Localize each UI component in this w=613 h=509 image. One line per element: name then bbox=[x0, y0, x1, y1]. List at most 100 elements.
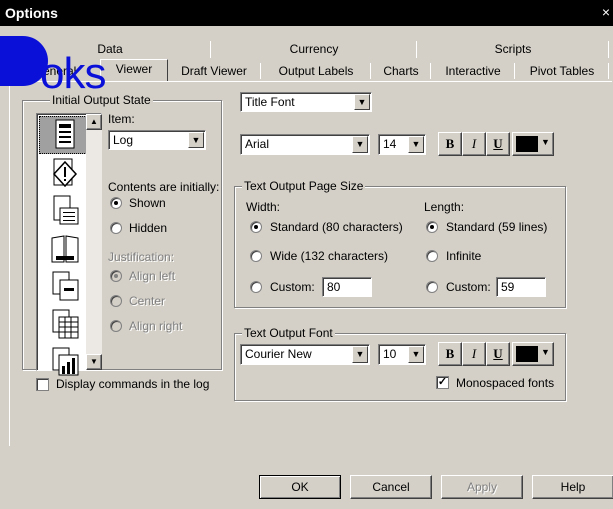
align-right-label[interactable]: Align right bbox=[129, 319, 182, 333]
text-font-name-value: Courier New bbox=[245, 347, 312, 361]
width-custom-radio[interactable] bbox=[250, 281, 262, 293]
cancel-button[interactable]: Cancel bbox=[350, 475, 432, 499]
length-custom-label[interactable]: Custom: bbox=[446, 280, 491, 294]
tab-viewer[interactable]: Viewer bbox=[100, 59, 168, 82]
length-infinite-label[interactable]: Infinite bbox=[446, 249, 481, 263]
length-label: Length: bbox=[424, 200, 465, 214]
ok-button[interactable]: OK bbox=[259, 475, 341, 499]
justification-label: Justification: bbox=[108, 250, 175, 264]
item-label: Item: bbox=[108, 112, 135, 126]
width-custom-value: 80 bbox=[327, 280, 341, 294]
warning-item-icon[interactable] bbox=[39, 154, 91, 192]
text-font-size-value: 10 bbox=[383, 347, 397, 361]
title-bold-button[interactable]: B bbox=[438, 132, 462, 156]
width-wide-label[interactable]: Wide (132 characters) bbox=[270, 249, 388, 263]
title-bar[interactable]: Options × bbox=[0, 0, 613, 26]
hidden-label[interactable]: Hidden bbox=[129, 221, 167, 235]
length-custom-value: 59 bbox=[501, 280, 515, 294]
apply-button[interactable]: Apply bbox=[441, 475, 523, 499]
title-font-size-combo[interactable]: 14 ▼ bbox=[378, 134, 426, 155]
width-standard-radio[interactable] bbox=[250, 221, 262, 233]
display-commands-checkbox[interactable] bbox=[36, 378, 49, 391]
tab-divider bbox=[210, 41, 211, 58]
title-underline-button[interactable]: U bbox=[486, 132, 510, 156]
title-italic-button[interactable]: I bbox=[462, 132, 486, 156]
length-custom-radio[interactable] bbox=[426, 281, 438, 293]
text-font-name-combo[interactable]: Courier New ▼ bbox=[240, 344, 370, 365]
chevron-down-icon[interactable]: ▼ bbox=[408, 136, 424, 153]
align-left-radio[interactable] bbox=[110, 270, 122, 282]
font-target-value: Title Font bbox=[245, 95, 295, 109]
length-standard-radio[interactable] bbox=[426, 221, 438, 233]
width-wide-radio[interactable] bbox=[250, 250, 262, 262]
shown-radio[interactable] bbox=[110, 197, 122, 209]
notes-item-icon[interactable] bbox=[39, 192, 91, 230]
tab-interactive[interactable]: Interactive bbox=[432, 62, 514, 80]
tab-currency[interactable]: Currency bbox=[212, 40, 416, 58]
chevron-down-icon[interactable]: ▼ bbox=[354, 94, 370, 110]
title-font-name-combo[interactable]: Arial ▼ bbox=[240, 134, 370, 155]
center-radio[interactable] bbox=[110, 295, 122, 307]
scroll-down-button[interactable]: ▼ bbox=[86, 354, 102, 370]
watermark-text: oks bbox=[40, 49, 106, 98]
text-italic-button[interactable]: I bbox=[462, 342, 486, 366]
monospaced-checkbox[interactable]: ✓ bbox=[436, 376, 449, 389]
chart-item-icon[interactable] bbox=[39, 342, 91, 380]
log-item-icon[interactable] bbox=[39, 116, 91, 154]
tab-divider bbox=[608, 63, 609, 79]
tab-divider bbox=[416, 41, 417, 58]
tab-divider bbox=[608, 41, 609, 58]
contents-label: Contents are initially: bbox=[108, 180, 220, 194]
scroll-up-button[interactable]: ▲ bbox=[86, 114, 102, 130]
pivot-table-item-icon[interactable] bbox=[39, 306, 91, 344]
options-dialog: Options × Data Currency Scripts General … bbox=[0, 0, 613, 509]
width-custom-label[interactable]: Custom: bbox=[270, 280, 315, 294]
page-title-item-icon[interactable] bbox=[39, 268, 91, 306]
title-font-size-value: 14 bbox=[383, 137, 397, 151]
title-font-name-value: Arial bbox=[245, 137, 270, 151]
tab-pivot-tables[interactable]: Pivot Tables bbox=[516, 62, 608, 80]
center-label[interactable]: Center bbox=[129, 294, 165, 308]
item-combo[interactable]: Log ▼ bbox=[108, 130, 206, 150]
item-combo-value: Log bbox=[113, 133, 134, 147]
window-title: Options bbox=[5, 5, 58, 21]
chevron-down-icon[interactable]: ▼ bbox=[188, 132, 204, 148]
title-item-icon[interactable] bbox=[39, 230, 91, 268]
align-left-label[interactable]: Align left bbox=[129, 269, 175, 283]
tab-charts[interactable]: Charts bbox=[372, 62, 430, 80]
tab-divider bbox=[370, 63, 371, 79]
chevron-down-icon: ▼ bbox=[541, 347, 550, 357]
chevron-down-icon[interactable]: ▼ bbox=[408, 346, 424, 363]
tab-draft-viewer[interactable]: Draft Viewer bbox=[168, 62, 260, 80]
length-custom-input[interactable]: 59 bbox=[496, 277, 546, 297]
text-color-button[interactable]: ▼ bbox=[512, 342, 554, 366]
text-underline-button[interactable]: U bbox=[486, 342, 510, 366]
close-icon[interactable]: × bbox=[598, 4, 613, 20]
align-right-radio[interactable] bbox=[110, 320, 122, 332]
monospaced-label[interactable]: Monospaced fonts bbox=[456, 376, 554, 390]
hidden-radio[interactable] bbox=[110, 222, 122, 234]
tab-divider bbox=[430, 63, 431, 79]
chevron-down-icon[interactable]: ▼ bbox=[352, 346, 368, 363]
tab-output-labels[interactable]: Output Labels bbox=[262, 62, 370, 80]
width-standard-label[interactable]: Standard (80 characters) bbox=[270, 220, 403, 234]
tab-divider bbox=[260, 63, 261, 79]
width-custom-input[interactable]: 80 bbox=[322, 277, 372, 297]
text-color-swatch bbox=[516, 346, 538, 362]
chevron-down-icon: ▼ bbox=[541, 137, 550, 147]
chevron-down-icon[interactable]: ▼ bbox=[352, 136, 368, 153]
length-infinite-radio[interactable] bbox=[426, 250, 438, 262]
text-bold-button[interactable]: B bbox=[438, 342, 462, 366]
font-target-combo[interactable]: Title Font ▼ bbox=[240, 92, 372, 112]
length-standard-label[interactable]: Standard (59 lines) bbox=[446, 220, 547, 234]
item-list-scrollbar[interactable]: ▲ ▼ bbox=[86, 114, 102, 370]
shown-label[interactable]: Shown bbox=[129, 196, 166, 210]
width-label: Width: bbox=[246, 200, 281, 214]
help-button[interactable]: Help bbox=[532, 475, 613, 499]
display-commands-label[interactable]: Display commands in the log bbox=[56, 377, 209, 391]
title-color-button[interactable]: ▼ bbox=[512, 132, 554, 156]
tab-scripts[interactable]: Scripts bbox=[418, 40, 608, 58]
page-size-label: Text Output Page Size bbox=[242, 179, 366, 193]
tab-divider bbox=[514, 63, 515, 79]
text-font-size-combo[interactable]: 10 ▼ bbox=[378, 344, 426, 365]
